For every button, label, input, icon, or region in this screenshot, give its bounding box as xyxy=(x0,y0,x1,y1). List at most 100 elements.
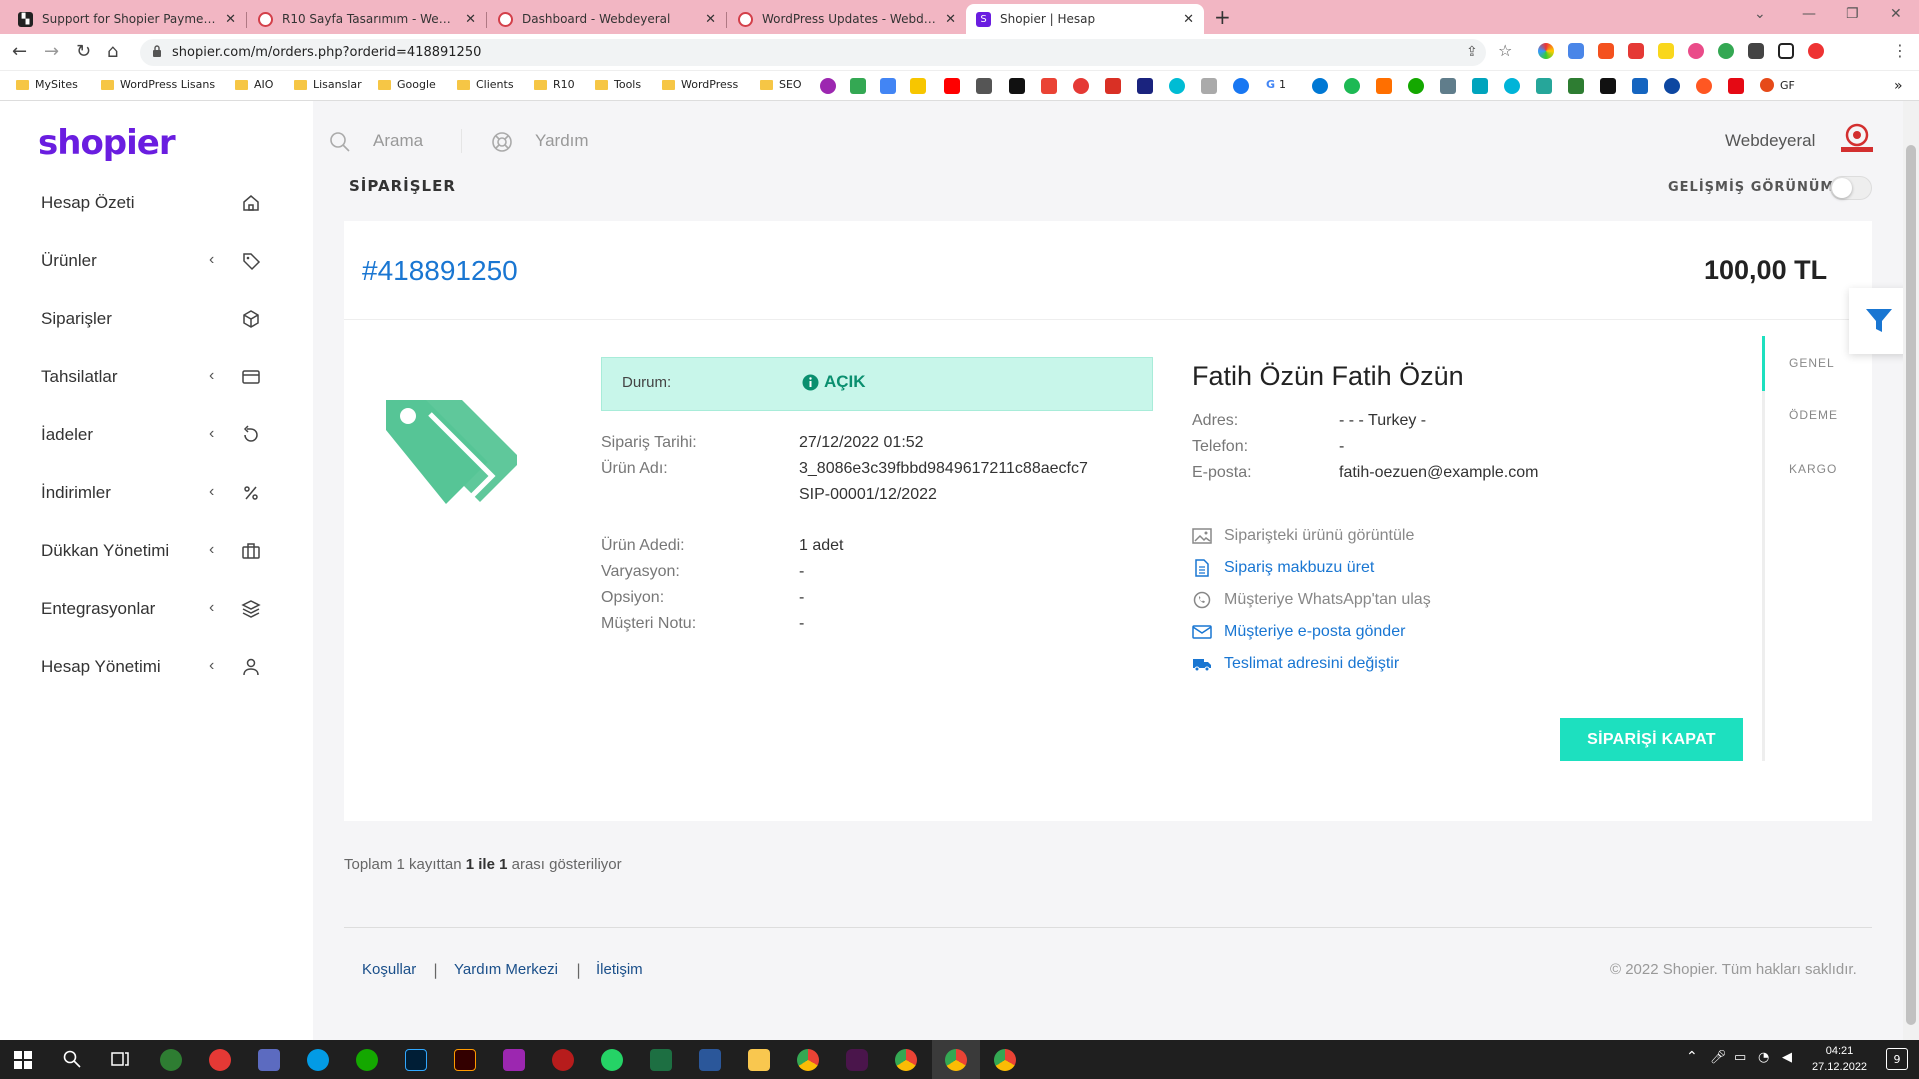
bookmark-onedrive-icon[interactable] xyxy=(1312,78,1328,94)
bookmark-facebook-icon[interactable] xyxy=(1233,78,1249,94)
taskbar-recorder-icon[interactable] xyxy=(552,1049,574,1071)
bookmark-netflix-icon[interactable] xyxy=(1728,78,1744,94)
generate-receipt-link[interactable]: Sipariş makbuzu üret xyxy=(1192,559,1374,577)
bookmark-folder-aio[interactable]: AIO xyxy=(235,78,273,91)
sidebar-item-siparisler[interactable]: Siparişler xyxy=(41,304,271,334)
order-number[interactable]: #418891250 xyxy=(362,255,518,287)
whatsapp-action[interactable]: Müşteriye WhatsApp'tan ulaş xyxy=(1192,591,1431,609)
search-link[interactable]: Arama xyxy=(373,131,423,151)
bookmark-orange-icon[interactable] xyxy=(1696,78,1712,94)
taskbar-whatsapp-icon[interactable] xyxy=(601,1049,623,1071)
bookmark-translate-icon[interactable] xyxy=(880,78,896,94)
send-email-link[interactable]: Müşteriye e-posta gönder xyxy=(1192,623,1405,641)
advanced-view-toggle[interactable] xyxy=(1830,176,1872,200)
bookmark-link-icon[interactable] xyxy=(820,78,836,94)
close-tab-icon[interactable]: ✕ xyxy=(1183,12,1194,27)
sidebar-item-indirimler[interactable]: İndirimler ‹ xyxy=(41,478,271,508)
taskbar-search-icon[interactable] xyxy=(63,1050,81,1068)
extension-orange-icon[interactable] xyxy=(1598,43,1614,59)
help-link[interactable]: Yardım xyxy=(535,131,589,151)
tab-kargo[interactable]: KARGO xyxy=(1789,462,1837,476)
sidebar-item-urunler[interactable]: Ürünler ‹ xyxy=(41,246,271,276)
minimize-window-button[interactable]: — xyxy=(1802,6,1816,22)
taskbar-word-icon[interactable] xyxy=(699,1049,721,1071)
taskbar-chrome-icon[interactable] xyxy=(797,1049,819,1071)
bookmark-green-dot-icon[interactable] xyxy=(1344,78,1360,94)
extension-red-icon[interactable] xyxy=(1628,43,1644,59)
bookmark-bot-icon[interactable] xyxy=(1664,78,1680,94)
close-tab-icon[interactable]: ✕ xyxy=(465,12,476,27)
sidebar-item-dukkan-yonetimi[interactable]: Dükkan Yönetimi ‹ xyxy=(41,536,271,566)
bookmark-google-one[interactable]: G1 xyxy=(1266,78,1286,91)
tray-microphone-icon[interactable]: 🎤︎ xyxy=(1710,1050,1727,1065)
bookmark-gmail-icon[interactable] xyxy=(1105,78,1121,94)
tab-search-icon[interactable]: ⌄ xyxy=(1754,6,1766,22)
shopier-logo[interactable]: shopier xyxy=(38,123,176,163)
taskbar-slack-icon[interactable] xyxy=(846,1049,868,1071)
browser-menu-icon[interactable]: ⋮ xyxy=(1892,41,1908,60)
task-view-icon[interactable] xyxy=(110,1050,130,1068)
bookmark-s-icon[interactable] xyxy=(910,78,926,94)
bookmark-tools-icon[interactable] xyxy=(1440,78,1456,94)
search-icon[interactable] xyxy=(329,131,351,153)
bookmark-star-icon[interactable]: ☆ xyxy=(1498,41,1512,60)
new-tab-button[interactable]: + xyxy=(1214,6,1231,28)
tab-odeme[interactable]: ÖDEME xyxy=(1789,408,1838,422)
browser-tab-r10[interactable]: R10 Sayfa Tasarımım - Webdeyera ✕ xyxy=(248,4,486,34)
extension-green-icon[interactable] xyxy=(1718,43,1734,59)
bookmark-ph-icon[interactable] xyxy=(1632,78,1648,94)
taskbar-feather-icon[interactable] xyxy=(503,1049,525,1071)
bookmark-folder-seo[interactable]: SEO xyxy=(760,78,802,91)
bookmark-teal-icon[interactable] xyxy=(1472,78,1488,94)
close-tab-icon[interactable]: ✕ xyxy=(705,12,716,27)
bookmark-hb-icon[interactable] xyxy=(1376,78,1392,94)
profile-avatar-icon[interactable] xyxy=(1808,43,1824,59)
share-icon[interactable]: ⇪ xyxy=(1466,44,1478,60)
taskbar-explorer-icon[interactable] xyxy=(748,1049,770,1071)
bookmark-youtube-icon[interactable] xyxy=(944,78,960,94)
scrollbar-thumb[interactable] xyxy=(1906,145,1916,1025)
view-product-action[interactable]: Siparişteki ürünü görüntüle xyxy=(1192,527,1414,545)
tray-battery-icon[interactable]: ▭ xyxy=(1734,1050,1746,1065)
sidebar-item-entegrasyonlar[interactable]: Entegrasyonlar ‹ xyxy=(41,594,271,624)
footer-link-terms[interactable]: Koşullar xyxy=(362,961,416,978)
tab-genel[interactable]: GENEL xyxy=(1789,356,1835,370)
footer-link-contact[interactable]: İletişim xyxy=(596,961,643,978)
more-bookmarks-icon[interactable]: » xyxy=(1894,78,1903,94)
sidepanel-icon[interactable] xyxy=(1778,43,1794,59)
reload-icon[interactable]: ↻ xyxy=(76,41,91,62)
windows-start-icon[interactable] xyxy=(14,1051,32,1069)
bookmark-folder-tools[interactable]: Tools xyxy=(595,78,641,91)
close-window-button[interactable]: ✕ xyxy=(1890,6,1902,22)
notification-center-icon[interactable]: 9 xyxy=(1886,1048,1908,1070)
bookmark-circle-icon[interactable] xyxy=(1169,78,1185,94)
extensions-puzzle-icon[interactable] xyxy=(1748,43,1764,59)
browser-tab-support[interactable]: ▚ Support for Shopier Payment Gat ✕ xyxy=(8,4,246,34)
bookmark-c-icon[interactable] xyxy=(1504,78,1520,94)
bookmark-upwork-icon[interactable] xyxy=(1408,78,1424,94)
bookmark-gallery-icon[interactable] xyxy=(976,78,992,94)
sidebar-item-hesap-ozeti[interactable]: Hesap Özeti xyxy=(41,188,271,218)
home-icon[interactable]: ⌂ xyxy=(107,41,118,62)
webdeyeral-avatar[interactable] xyxy=(1837,121,1877,157)
taskbar-media-icon[interactable] xyxy=(209,1049,231,1071)
address-bar[interactable]: shopier.com/m/orders.php?orderid=4188912… xyxy=(140,39,1486,66)
browser-tab-dashboard[interactable]: Dashboard - Webdeyeral ✕ xyxy=(488,4,726,34)
taskbar-chrome-alt-icon[interactable] xyxy=(994,1049,1016,1071)
close-order-button[interactable]: SİPARİŞİ KAPAT xyxy=(1560,718,1743,761)
taskbar-upwork-icon[interactable] xyxy=(356,1049,378,1071)
bookmark-gf[interactable]: GF xyxy=(1760,78,1795,92)
taskbar-app-icon[interactable] xyxy=(160,1049,182,1071)
bookmark-mail-icon[interactable] xyxy=(1041,78,1057,94)
taskbar-chrome-profile-icon[interactable] xyxy=(895,1049,917,1071)
taskbar-illustrator-icon[interactable] xyxy=(454,1049,476,1071)
bookmark-folder-clients[interactable]: Clients xyxy=(457,78,514,91)
user-menu[interactable]: Webdeyeral xyxy=(1725,131,1815,151)
bookmark-drive-icon[interactable] xyxy=(850,78,866,94)
bookmark-px-icon[interactable] xyxy=(1568,78,1584,94)
footer-link-help-center[interactable]: Yardım Merkezi xyxy=(454,961,558,978)
tray-wifi-icon[interactable]: ◔ xyxy=(1758,1050,1769,1065)
taskbar-clock[interactable]: 04:21 27.12.2022 xyxy=(1812,1043,1867,1075)
sidebar-item-tahsilatlar[interactable]: Tahsilatlar ‹ xyxy=(41,362,271,392)
extension-pink-icon[interactable] xyxy=(1688,43,1704,59)
